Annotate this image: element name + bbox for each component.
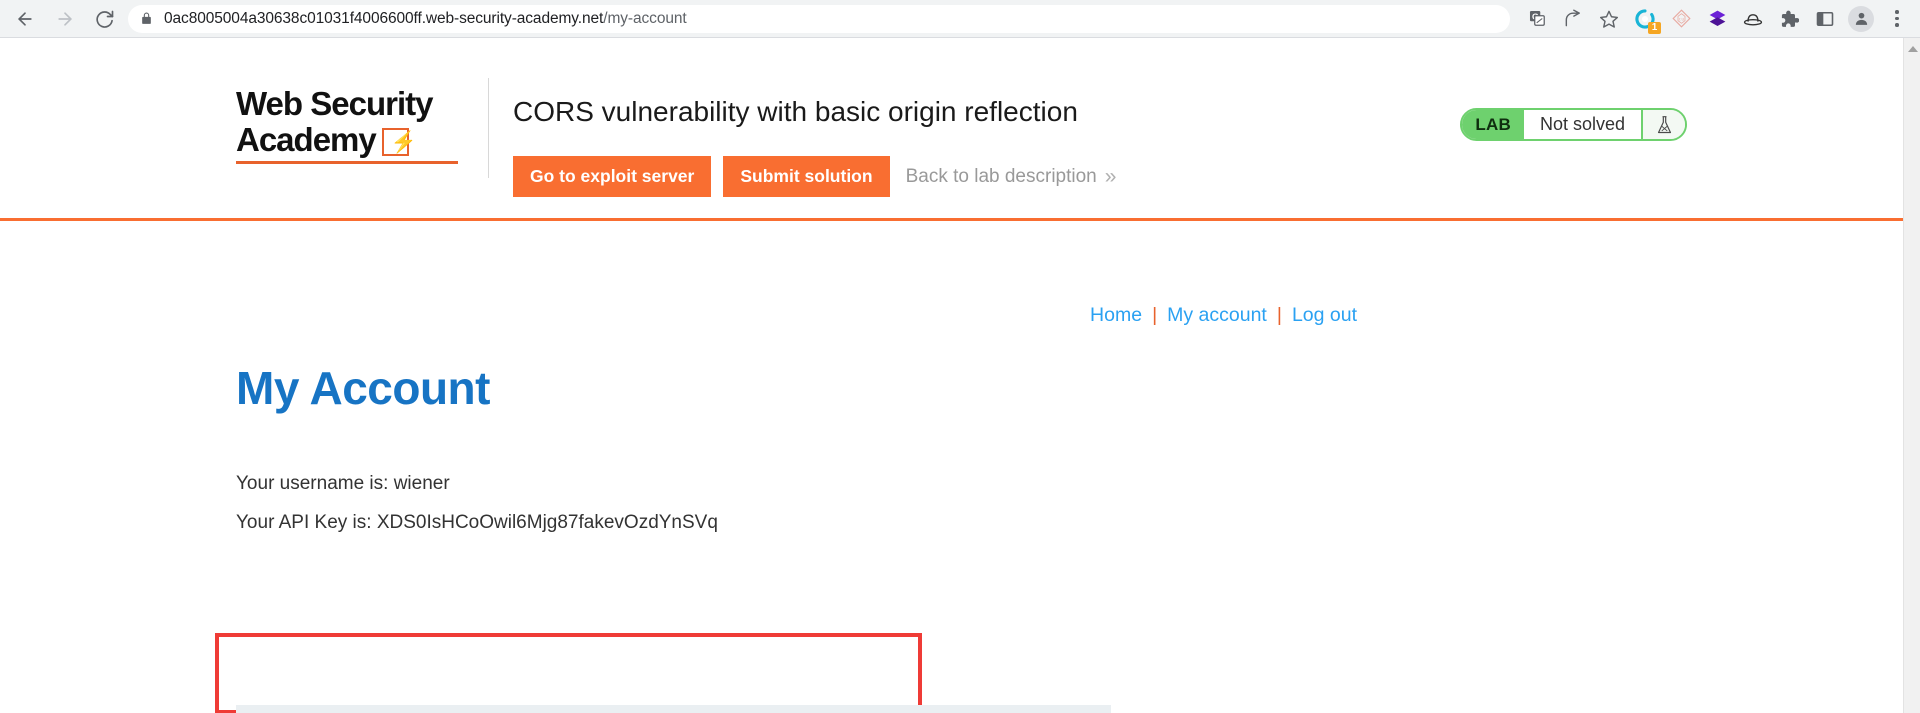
logo-line-1: Web Security (236, 85, 433, 122)
blackhat-hat-extension-icon[interactable] (1736, 2, 1770, 36)
account-info: Your username is: wiener Your API Key is… (236, 464, 718, 542)
lock-icon[interactable] (140, 11, 153, 26)
back-to-lab-description-link[interactable]: Back to lab description » (906, 165, 1117, 189)
url-path: /my-account (603, 9, 687, 27)
burp-suite-extension-icon[interactable]: 1 (1628, 2, 1662, 36)
update-email-form: Email Update email (236, 705, 1111, 713)
logo-bolt-icon: ⚡ (381, 128, 417, 156)
page-title: My Account (236, 362, 490, 414)
web-page: Web Security Academy ⚡ CORS vulnerability… (0, 38, 1903, 713)
forward-button[interactable] (48, 2, 82, 36)
svg-text:r.u: r.u (1679, 16, 1684, 21)
address-bar[interactable]: 0ac8005004a30638c01031f4006600ff.web-sec… (128, 4, 1510, 33)
url-host: 0ac8005004a30638c01031f4006600ff.web-sec… (164, 9, 604, 27)
api-key-line: Your API Key is: XDS0IsHCoOwil6Mjg87fake… (236, 512, 718, 533)
url-text: 0ac8005004a30638c01031f4006600ff.web-sec… (164, 10, 687, 28)
translate-icon[interactable]: G (1520, 2, 1554, 36)
profile-avatar-icon[interactable] (1844, 2, 1878, 36)
reload-button[interactable] (88, 2, 122, 36)
chrome-menu-kebab-icon[interactable] (1880, 2, 1914, 36)
red-highlight-annotation (215, 633, 922, 713)
nav-link-log-out[interactable]: Log out (1292, 304, 1357, 327)
extensions-puzzle-icon[interactable] (1772, 2, 1806, 36)
nav-link-my-account[interactable]: My account (1167, 304, 1267, 327)
back-link-label: Back to lab description (905, 165, 1097, 187)
account-nav-links: Home | My account | Log out (1090, 304, 1357, 327)
submit-solution-button[interactable]: Submit solution (723, 156, 890, 197)
lab-title: CORS vulnerability with basic origin ref… (513, 96, 1078, 127)
side-panel-icon[interactable] (1808, 2, 1842, 36)
avatar (1848, 5, 1874, 32)
lab-badge-label: LAB (1462, 110, 1524, 139)
nav-separator-2: | (1276, 304, 1282, 326)
go-to-exploit-server-button[interactable]: Go to exploit server (513, 156, 712, 197)
flask-icon (1641, 110, 1685, 139)
double-chevron-right-icon: » (1104, 164, 1117, 188)
hack-the-box-extension-icon[interactable]: r.u (1664, 2, 1698, 36)
browser-action-icons: G 1 r.u (1520, 2, 1920, 36)
logo-line-2: Academy (236, 121, 377, 158)
layers-extension-icon[interactable] (1700, 2, 1734, 36)
header-divider (488, 78, 489, 178)
browser-toolbar: 0ac8005004a30638c01031f4006600ff.web-sec… (0, 0, 1920, 38)
extension-badge-count: 1 (1648, 21, 1661, 34)
nav-link-home[interactable]: Home (1090, 304, 1142, 327)
lab-status-text: Not solved (1523, 110, 1641, 139)
logo-underline (236, 161, 458, 164)
scroll-up-arrow-icon[interactable] (1904, 42, 1920, 56)
navigation-buttons (0, 2, 122, 36)
nav-separator-1: | (1152, 304, 1158, 326)
bookmark-star-icon[interactable] (1592, 2, 1626, 36)
username-line: Your username is: wiener (236, 473, 450, 494)
header-orange-rule (0, 218, 1903, 221)
lab-header: Web Security Academy ⚡ CORS vulnerability… (0, 38, 1903, 221)
page-scrollbar[interactable] (1903, 38, 1920, 713)
back-button[interactable] (8, 2, 42, 36)
web-security-academy-logo[interactable]: Web Security Academy ⚡ (236, 85, 466, 164)
lab-action-buttons: Go to exploit server Submit solution Bac… (513, 156, 1116, 197)
share-icon[interactable] (1556, 2, 1590, 36)
lab-status-widget[interactable]: LAB Not solved (1460, 108, 1687, 141)
